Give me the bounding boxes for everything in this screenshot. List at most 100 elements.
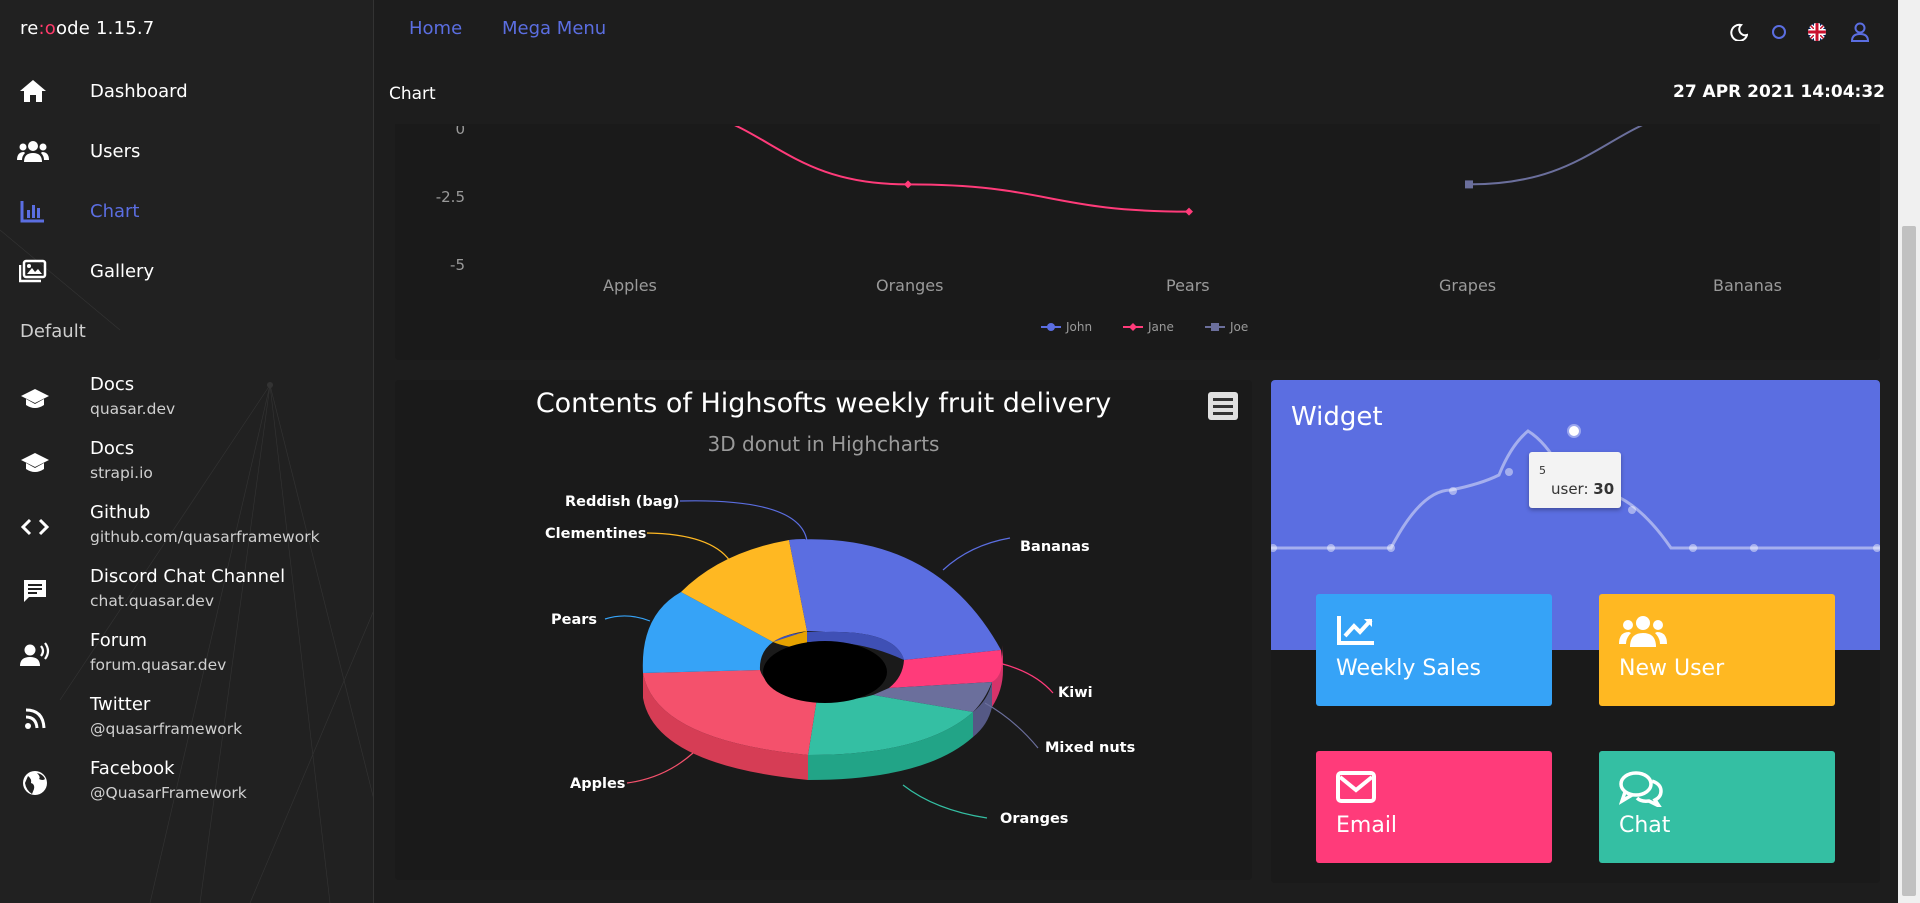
rss-icon (18, 702, 52, 736)
connector-kiwi (998, 662, 1054, 694)
users-icon (16, 134, 50, 168)
donut-label-mixed-nuts: Mixed nuts (1045, 740, 1136, 756)
tile-label: Email (1336, 813, 1398, 838)
sidebar: re:oode 1.15.7 Dashboard Users Chart Gal… (0, 0, 374, 903)
circle-icon[interactable] (1767, 20, 1791, 44)
tooltip-x-value: 5 (1539, 464, 1546, 477)
code-icon (18, 510, 52, 544)
home-icon (16, 74, 50, 108)
school-icon (18, 382, 52, 416)
sparkline-highlight-point (1567, 424, 1581, 438)
sidebar-item-users[interactable]: Users (0, 123, 373, 179)
user-icon[interactable] (1848, 20, 1872, 44)
sidebar-item-label: Users (90, 140, 141, 162)
donut-label-bananas: Bananas (1020, 539, 1090, 555)
legend-label: Jane (1148, 320, 1174, 334)
legend-label: John (1066, 320, 1093, 334)
link-title: Forum (90, 630, 148, 651)
nav-link-mega-menu[interactable]: Mega Menu (502, 18, 606, 39)
tile-new-user[interactable]: New User (1599, 594, 1835, 706)
connector-oranges (902, 784, 988, 819)
data-point-jane[interactable] (904, 180, 912, 189)
school-icon (18, 446, 52, 480)
datetime-display: 27 APR 2021 14:04:32 (1672, 82, 1885, 102)
page-title: Chart (389, 84, 436, 104)
sidebar-link-docs-quasar[interactable]: Docs quasar.dev (0, 370, 373, 430)
nav-link-home[interactable]: Home (409, 18, 462, 39)
dark-mode-icon[interactable] (1727, 20, 1751, 44)
chat-icon (18, 574, 52, 608)
sidebar-link-docs-strapi[interactable]: Docs strapi.io (0, 434, 373, 494)
tile-chat[interactable]: Chat (1599, 751, 1835, 863)
page-subheader: Chart 27 APR 2021 14:04:32 (375, 62, 1895, 124)
donut-chart-plot (604, 500, 1054, 819)
link-title: Discord Chat Channel (90, 566, 286, 587)
tile-email[interactable]: Email (1316, 751, 1552, 863)
donut-label-apples: Apples (570, 776, 626, 792)
donut-label-reddish-bag: Reddish (bag) (565, 494, 680, 510)
users-icon (1619, 614, 1667, 652)
sidebar-item-label: Gallery (90, 260, 155, 282)
record-voice-icon (18, 638, 52, 672)
tile-label: Weekly Sales (1336, 656, 1481, 681)
legend-item-joe[interactable]: Joe (1205, 320, 1248, 334)
tile-weekly-sales[interactable]: Weekly Sales (1316, 594, 1552, 706)
sidebar-item-label: Chart (90, 200, 140, 222)
data-point-joe[interactable] (1465, 180, 1473, 189)
link-title: Facebook (90, 758, 175, 779)
connector-apples (626, 752, 694, 784)
link-subtitle: forum.quasar.dev (90, 656, 227, 674)
sidebar-link-forum[interactable]: Forum forum.quasar.dev (0, 626, 373, 686)
uk-flag-icon[interactable] (1805, 20, 1829, 44)
sidebar-link-twitter[interactable]: Twitter @quasarframework (0, 690, 373, 750)
widget-card: Widget 5 user: 30 Weekly Sales New User … (1271, 380, 1880, 883)
donut-label-oranges: Oranges (1000, 811, 1069, 827)
tile-label: New User (1619, 656, 1725, 681)
donut-label-clementines: Clementines (545, 526, 647, 542)
donut-chart-card: Contents of Highsofts weekly fruit deliv… (395, 380, 1252, 880)
chart-icon (16, 194, 50, 228)
link-subtitle: github.com/quasarframework (90, 528, 320, 546)
line-chart-card: 0 -2.5 -5 Apples Oranges Pears Grapes Ba… (395, 100, 1880, 360)
sidebar-link-github[interactable]: Github github.com/quasarframework (0, 498, 373, 558)
legend-marker-john (1041, 323, 1061, 331)
connector-reddish-bag (679, 500, 808, 542)
sidebar-item-gallery[interactable]: Gallery (0, 243, 373, 299)
link-subtitle: strapi.io (90, 464, 153, 482)
donut-label-kiwi: Kiwi (1058, 685, 1093, 701)
gallery-icon (16, 254, 50, 288)
link-subtitle: @QuasarFramework (90, 784, 247, 802)
connector-pears (604, 615, 651, 622)
sidebar-item-chart[interactable]: Chart (0, 183, 373, 239)
sidebar-link-discord[interactable]: Discord Chat Channel chat.quasar.dev (0, 562, 373, 622)
page-scrollbar[interactable] (1898, 0, 1920, 903)
link-title: Docs (90, 438, 135, 459)
sparkline-tooltip: 5 user: 30 (1529, 452, 1621, 508)
link-subtitle: quasar.dev (90, 400, 176, 418)
link-title: Docs (90, 374, 135, 395)
connector-clementines (646, 532, 731, 562)
sidebar-link-facebook[interactable]: Facebook @QuasarFramework (0, 754, 373, 814)
sidebar-item-label: Dashboard (90, 80, 188, 102)
legend-label: Joe (1230, 320, 1249, 334)
legend-item-john[interactable]: John (1041, 320, 1092, 334)
data-point-jane[interactable] (1185, 207, 1193, 216)
connector-bananas (942, 537, 1011, 571)
legend-marker-jane (1123, 323, 1143, 331)
scrollbar-thumb[interactable] (1902, 226, 1916, 896)
envelope-icon (1336, 771, 1376, 807)
legend-item-jane[interactable]: Jane (1123, 320, 1174, 334)
donut-hole (763, 641, 887, 703)
comments-icon (1618, 771, 1665, 811)
top-header: Home Mega Menu (375, 0, 1920, 62)
connector-mixed-nuts (984, 702, 1039, 749)
trending-up-icon (1336, 614, 1376, 650)
public-icon (18, 766, 52, 800)
sidebar-section-default: Default (20, 321, 86, 342)
legend-marker-joe (1205, 323, 1225, 331)
sidebar-item-dashboard[interactable]: Dashboard (0, 63, 373, 119)
link-title: Github (90, 502, 151, 523)
tooltip-value: 30 (1593, 480, 1615, 498)
app-root: re:oode 1.15.7 Dashboard Users Chart Gal… (0, 0, 1920, 903)
tooltip-value-line: user: 30 (1551, 480, 1615, 498)
